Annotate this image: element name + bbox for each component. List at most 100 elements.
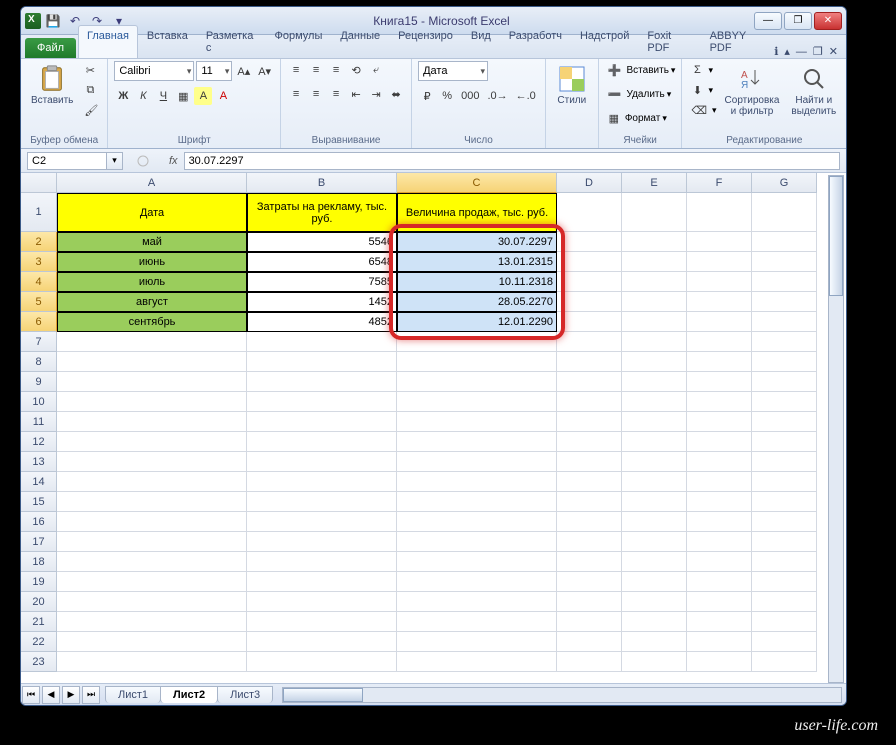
- cell-E2[interactable]: [622, 232, 687, 252]
- column-header-A[interactable]: A: [57, 173, 247, 193]
- cell-E14[interactable]: [622, 472, 687, 492]
- cell-C1[interactable]: Величина продаж, тыс. руб.: [397, 193, 557, 232]
- cell-G17[interactable]: [752, 532, 817, 552]
- increase-decimal-button[interactable]: .0→: [484, 87, 510, 105]
- cell-A23[interactable]: [57, 652, 247, 672]
- font-name-combo[interactable]: Calibri: [114, 61, 194, 81]
- cell-F22[interactable]: [687, 632, 752, 652]
- format-cells-button[interactable]: ▦: [605, 109, 623, 127]
- cell-B14[interactable]: [247, 472, 397, 492]
- name-box-dropdown[interactable]: ▾: [107, 152, 123, 170]
- cell-A1[interactable]: Дата: [57, 193, 247, 232]
- row-header-10[interactable]: 10: [21, 392, 57, 412]
- increase-font-button[interactable]: A▴: [234, 62, 253, 80]
- file-tab[interactable]: Файл: [25, 38, 76, 58]
- row-header-20[interactable]: 20: [21, 592, 57, 612]
- cell-A15[interactable]: [57, 492, 247, 512]
- vscroll-thumb[interactable]: [829, 176, 843, 296]
- align-left-button[interactable]: ≡: [287, 85, 305, 103]
- cell-C21[interactable]: [397, 612, 557, 632]
- number-format-combo[interactable]: Дата: [418, 61, 488, 81]
- align-top-button[interactable]: ≡: [287, 61, 305, 79]
- cell-D20[interactable]: [557, 592, 622, 612]
- wrap-text-button[interactable]: ⤶: [367, 61, 385, 79]
- vertical-scrollbar[interactable]: [828, 175, 844, 683]
- cell-A13[interactable]: [57, 452, 247, 472]
- cell-B6[interactable]: 4852: [247, 312, 397, 332]
- cell-F18[interactable]: [687, 552, 752, 572]
- row-header-6[interactable]: 6: [21, 312, 57, 332]
- ribbon-tab-надстрой[interactable]: Надстрой: [571, 25, 638, 58]
- cell-F19[interactable]: [687, 572, 752, 592]
- increase-indent-button[interactable]: ⇥: [367, 85, 385, 103]
- hscroll-thumb[interactable]: [283, 688, 363, 702]
- borders-button[interactable]: ▦: [174, 87, 192, 105]
- doc-close-icon[interactable]: ✕: [829, 45, 838, 58]
- cell-D22[interactable]: [557, 632, 622, 652]
- insert-cells-label[interactable]: Вставить: [627, 65, 669, 76]
- cell-D10[interactable]: [557, 392, 622, 412]
- cell-B18[interactable]: [247, 552, 397, 572]
- row-header-11[interactable]: 11: [21, 412, 57, 432]
- ribbon-tab-abbyy pdf[interactable]: ABBYY PDF: [701, 25, 775, 58]
- cell-B15[interactable]: [247, 492, 397, 512]
- column-header-F[interactable]: F: [687, 173, 752, 193]
- cell-B11[interactable]: [247, 412, 397, 432]
- cell-C18[interactable]: [397, 552, 557, 572]
- horizontal-scrollbar[interactable]: [282, 687, 842, 703]
- cell-C11[interactable]: [397, 412, 557, 432]
- cell-G12[interactable]: [752, 432, 817, 452]
- orientation-button[interactable]: ⟲: [347, 61, 365, 79]
- cell-E9[interactable]: [622, 372, 687, 392]
- cell-E19[interactable]: [622, 572, 687, 592]
- cell-B1[interactable]: Затраты на рекламу, тыс. руб.: [247, 193, 397, 232]
- cell-F12[interactable]: [687, 432, 752, 452]
- cell-E22[interactable]: [622, 632, 687, 652]
- cell-G11[interactable]: [752, 412, 817, 432]
- font-size-combo[interactable]: 11: [196, 61, 232, 81]
- comma-button[interactable]: 000: [458, 87, 482, 105]
- cell-B19[interactable]: [247, 572, 397, 592]
- cell-A16[interactable]: [57, 512, 247, 532]
- ribbon-tab-формулы[interactable]: Формулы: [265, 25, 331, 58]
- sheet-tab-Лист2[interactable]: Лист2: [160, 686, 218, 703]
- cell-G18[interactable]: [752, 552, 817, 572]
- merge-button[interactable]: ⬌: [387, 85, 405, 103]
- cell-B17[interactable]: [247, 532, 397, 552]
- cell-E1[interactable]: [622, 193, 687, 232]
- row-header-22[interactable]: 22: [21, 632, 57, 652]
- column-header-E[interactable]: E: [622, 173, 687, 193]
- row-header-21[interactable]: 21: [21, 612, 57, 632]
- cell-A20[interactable]: [57, 592, 247, 612]
- cell-G5[interactable]: [752, 292, 817, 312]
- cell-F20[interactable]: [687, 592, 752, 612]
- close-button[interactable]: ✕: [814, 12, 842, 30]
- sheet-tab-Лист1[interactable]: Лист1: [105, 686, 161, 703]
- cell-E16[interactable]: [622, 512, 687, 532]
- cell-E3[interactable]: [622, 252, 687, 272]
- spreadsheet-grid[interactable]: ABCDEFG 12345678910111213141516171819202…: [21, 173, 846, 683]
- currency-button[interactable]: ₽: [418, 87, 436, 105]
- cell-D15[interactable]: [557, 492, 622, 512]
- sheet-tab-Лист3[interactable]: Лист3: [217, 686, 273, 703]
- sheet-nav-last[interactable]: ⏭: [82, 686, 100, 704]
- cell-C2[interactable]: 30.07.2297: [397, 232, 557, 252]
- cell-B12[interactable]: [247, 432, 397, 452]
- cell-C17[interactable]: [397, 532, 557, 552]
- row-header-18[interactable]: 18: [21, 552, 57, 572]
- cell-E5[interactable]: [622, 292, 687, 312]
- minimize-ribbon-icon[interactable]: ▴: [784, 45, 790, 58]
- cell-E11[interactable]: [622, 412, 687, 432]
- delete-cells-button[interactable]: ➖: [605, 85, 625, 103]
- ribbon-tab-данные[interactable]: Данные: [331, 25, 389, 58]
- cell-D7[interactable]: [557, 332, 622, 352]
- cell-F1[interactable]: [687, 193, 752, 232]
- cell-C16[interactable]: [397, 512, 557, 532]
- cell-B21[interactable]: [247, 612, 397, 632]
- cell-F17[interactable]: [687, 532, 752, 552]
- fill-button[interactable]: ⬇: [688, 81, 706, 99]
- row-header-9[interactable]: 9: [21, 372, 57, 392]
- fx-button[interactable]: fx: [169, 155, 178, 167]
- cell-B20[interactable]: [247, 592, 397, 612]
- paste-button[interactable]: Вставить: [27, 61, 77, 108]
